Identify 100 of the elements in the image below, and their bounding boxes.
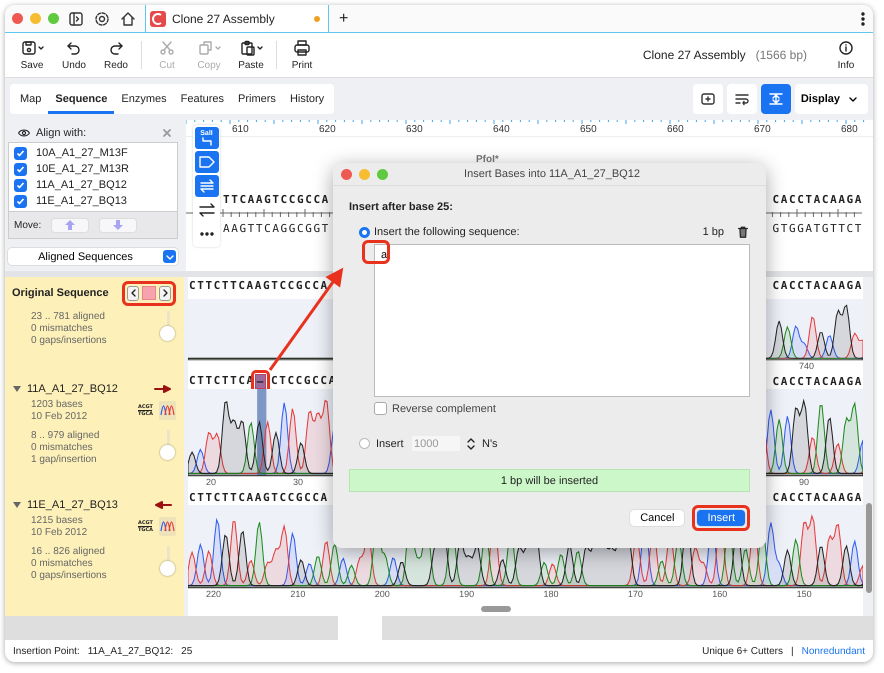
axis-label: 170 <box>626 589 644 601</box>
down-arrow-icon <box>112 219 124 231</box>
checkbox[interactable] <box>374 402 387 415</box>
read-date: 10 Feb 2012 <box>31 527 88 538</box>
axis-label: 210 <box>289 589 306 601</box>
close-button[interactable] <box>341 168 352 180</box>
swap-arrows-icon <box>198 177 216 195</box>
fit-button[interactable] <box>760 84 791 114</box>
radio-button[interactable] <box>359 226 370 238</box>
info-icon <box>837 39 855 57</box>
scrollbar-thumb[interactable] <box>480 606 510 612</box>
info-button[interactable]: Info <box>825 39 867 71</box>
alignment-stat: 8 .. 979 aligned <box>31 430 100 441</box>
new-tab-button[interactable]: + <box>329 10 358 28</box>
close-icon <box>162 128 172 138</box>
save-button[interactable]: Save <box>11 39 53 71</box>
checkbox[interactable] <box>14 146 27 160</box>
alignment-stat: 0 gaps/insertions <box>31 335 108 346</box>
axis-label: 30 <box>292 477 304 489</box>
document-tab[interactable]: Clone 27 Assembly <box>145 5 329 32</box>
features-button[interactable] <box>194 151 218 173</box>
caret-icon <box>38 45 44 51</box>
zoom-button[interactable] <box>48 13 59 24</box>
document-name: Clone 27 Assembly <box>642 48 746 62</box>
aligned-sequence: CTTCTTCAAGTCCGCCA <box>189 278 329 292</box>
slider[interactable] <box>160 546 176 576</box>
clipboard-icon <box>239 39 257 57</box>
undo-button[interactable]: Undo <box>53 39 95 71</box>
aligned-sequence: CACCTACAAGA <box>772 490 863 504</box>
aligned-sequence: CACCTACAAGA <box>772 374 863 388</box>
slider-thumb[interactable] <box>160 561 175 576</box>
nonredundant-link[interactable]: Nonredundant <box>802 646 865 656</box>
sequence-name: 10E_A1_27_M13R <box>36 163 129 175</box>
slider[interactable] <box>160 311 176 341</box>
alignment-stat: 0 mismatches <box>31 323 94 334</box>
sequence-name: 11A_A1_27_BQ12 <box>36 179 127 191</box>
view-tab[interactable]: Sequence <box>48 84 114 114</box>
slider[interactable] <box>160 430 176 460</box>
cancel-button[interactable]: Cancel <box>630 510 684 526</box>
option-label: N's <box>482 438 498 450</box>
bottom-strand: AAGTTCAGGCGGT <box>223 222 330 235</box>
color-swatch[interactable] <box>142 286 156 300</box>
collapse-button[interactable] <box>692 84 723 114</box>
slider-thumb[interactable] <box>160 326 175 341</box>
ruler-label: 630 <box>406 123 424 136</box>
zoom-button[interactable] <box>377 168 388 180</box>
view-tab[interactable]: Primers <box>231 84 283 114</box>
ruler-label: 640 <box>493 123 511 136</box>
track-name: 11A_A1_27_BQ12 <box>27 383 119 395</box>
view-tab[interactable]: Enzymes <box>114 84 174 114</box>
ruler-label: 680 <box>841 123 858 136</box>
axis-label: 150 <box>796 589 813 601</box>
view-tab[interactable]: Features <box>174 84 232 114</box>
translation-button[interactable] <box>194 175 218 197</box>
print-button[interactable]: Print <box>281 39 323 71</box>
status-label: Insertion Point: <box>13 646 80 656</box>
aligned-sequences-dropdown[interactable]: Aligned Sequences <box>8 248 178 265</box>
sequence-input[interactable]: a <box>374 244 750 397</box>
ruler-label: 620 <box>319 123 337 136</box>
read-date: 10 Feb 2012 <box>31 411 88 422</box>
paste-button[interactable]: Paste <box>230 39 272 71</box>
dialog-title: Insert Bases into 11A_A1_27_BQ12 <box>463 168 641 180</box>
minimize-button[interactable] <box>30 13 41 24</box>
checkbox[interactable] <box>14 162 27 176</box>
checkbox[interactable] <box>14 178 27 192</box>
cut-site-icon <box>200 137 214 146</box>
trace-icon[interactable] <box>159 517 176 536</box>
slider-thumb[interactable] <box>160 445 175 460</box>
next-button[interactable] <box>159 286 171 300</box>
view-tab[interactable]: History <box>282 84 332 114</box>
close-button[interactable] <box>12 13 23 24</box>
save-icon <box>20 39 38 57</box>
minimize-button[interactable] <box>359 168 370 180</box>
axis-label: 220 <box>205 589 222 601</box>
scrollbar-thumb[interactable] <box>866 503 872 593</box>
insert-button[interactable]: Insert <box>697 510 745 526</box>
redo-button[interactable]: Redo <box>95 39 137 71</box>
axis-label: 200 <box>374 589 391 601</box>
previous-button[interactable] <box>127 286 139 300</box>
move-down-button[interactable] <box>99 218 138 232</box>
caret-icon <box>257 45 263 51</box>
alignment-stat: 16 .. 826 aligned <box>31 546 106 557</box>
trace-icon[interactable] <box>159 401 176 420</box>
printer-icon <box>293 39 311 57</box>
sequence-length: (1566 bp) <box>756 48 807 62</box>
alignment-stat: 0 mismatches <box>31 558 94 569</box>
sequence-name: 10A_A1_27_M13F <box>36 147 128 159</box>
option-label: Insert <box>376 438 405 450</box>
checkbox[interactable] <box>14 194 27 208</box>
move-up-button[interactable] <box>51 218 90 232</box>
aligned-sequence: CTTCTTCAAGTCCGCCA <box>189 490 329 504</box>
gap-base[interactable]: – <box>254 374 266 388</box>
ruler-label: 660 <box>667 123 685 136</box>
stepper-icon <box>466 436 476 450</box>
wrap-button[interactable] <box>726 84 757 114</box>
top-strand: CACCTACAAGA <box>772 193 863 206</box>
option-label: Reverse complement <box>392 402 496 414</box>
display-menu[interactable]: Display <box>794 84 868 114</box>
double-arrow-icon <box>198 201 216 219</box>
view-tab[interactable]: Map <box>13 84 48 114</box>
